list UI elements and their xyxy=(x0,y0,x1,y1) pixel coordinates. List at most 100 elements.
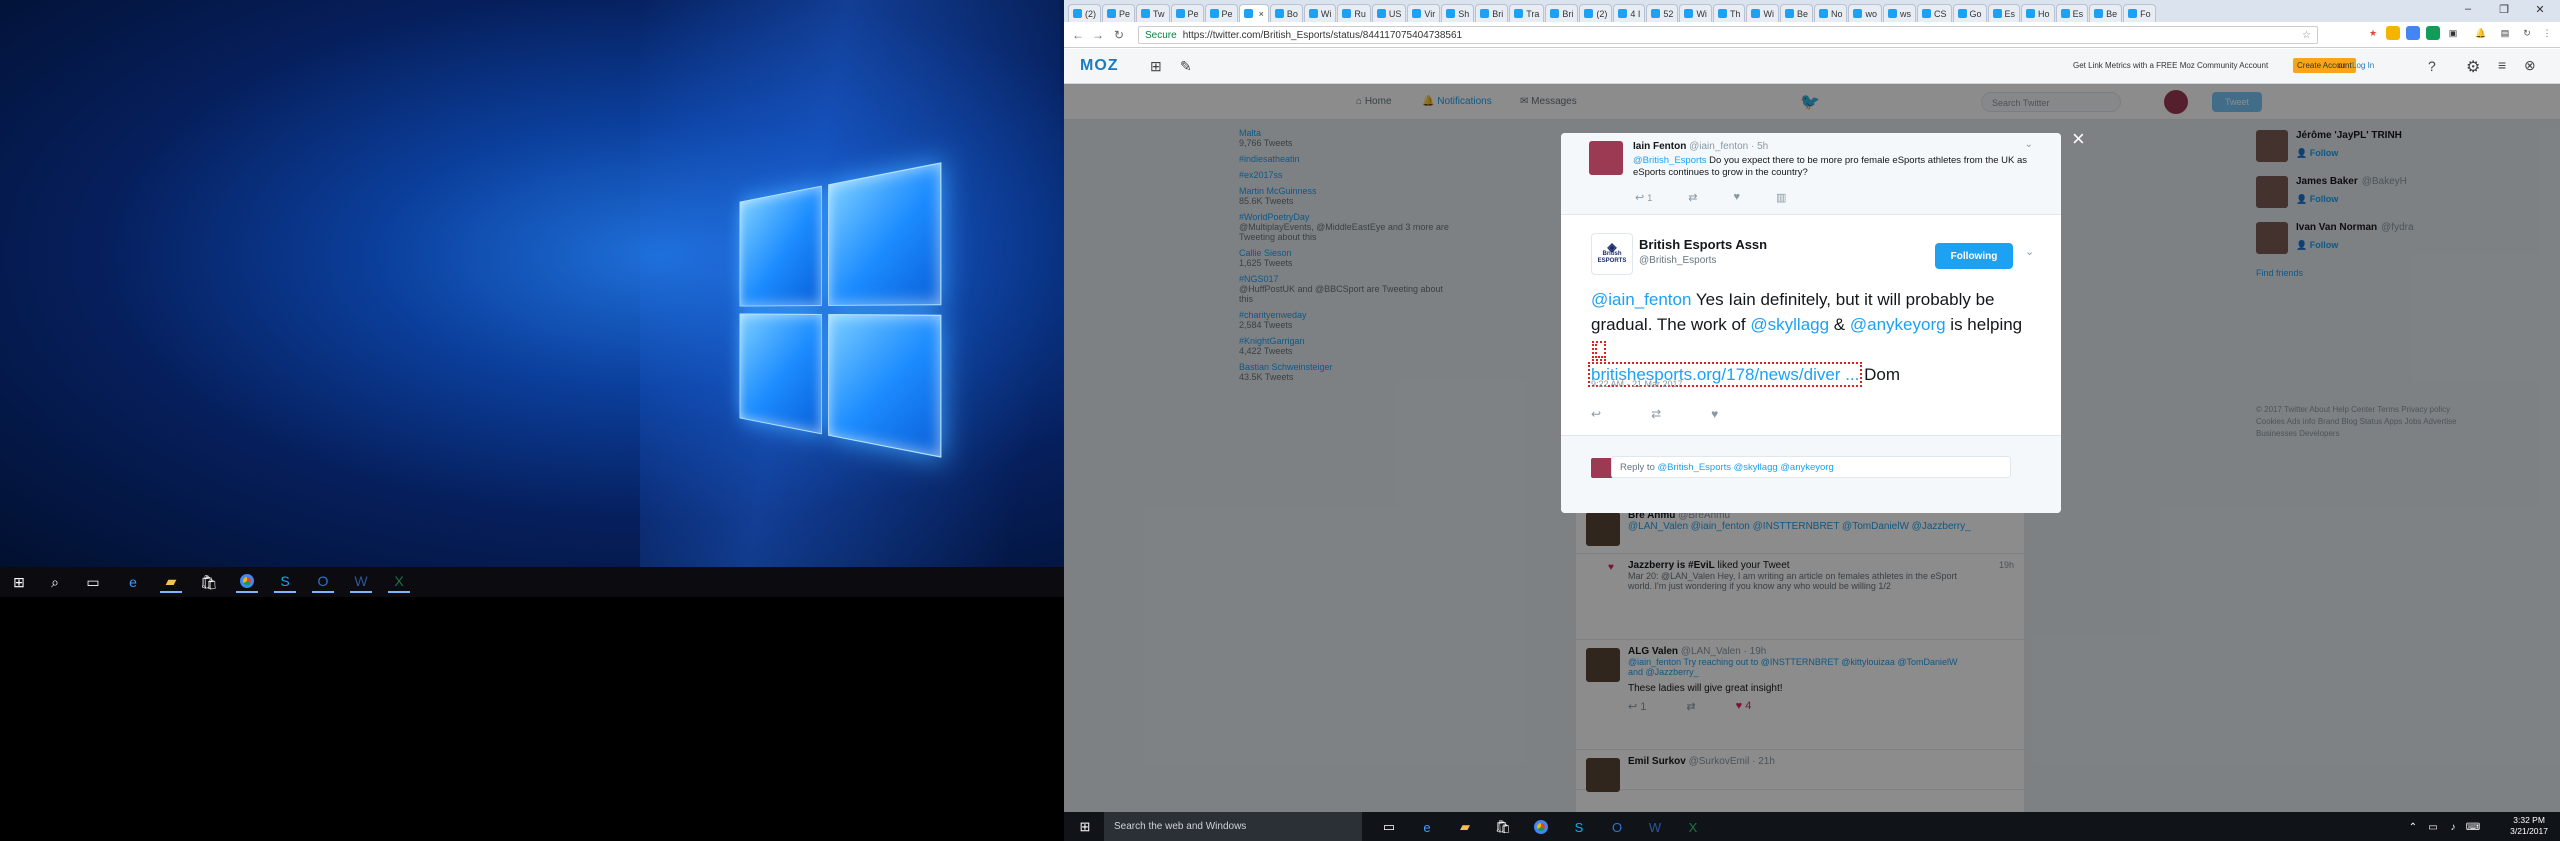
create-account-button[interactable]: Create Account xyxy=(2293,58,2356,73)
tab[interactable]: wo xyxy=(1848,4,1882,22)
hamburger-icon[interactable]: ≡ xyxy=(2498,57,2506,73)
file-explorer-icon[interactable]: ▰ xyxy=(160,571,182,593)
page-analysis-icon[interactable]: ⊞ xyxy=(1150,58,1162,75)
tab[interactable]: Wi xyxy=(1746,4,1779,22)
bookmark-star-icon[interactable]: ☆ xyxy=(2302,30,2311,41)
reply-icon[interactable]: ↩ xyxy=(1591,407,1601,421)
tab[interactable]: Be xyxy=(1780,4,1813,22)
mention-link[interactable]: @skyllagg xyxy=(1750,315,1829,334)
word-icon[interactable]: W xyxy=(350,571,372,593)
edge-icon[interactable]: e xyxy=(1416,816,1438,838)
search-icon[interactable]: ⌕ xyxy=(44,571,66,593)
back-icon[interactable]: ← xyxy=(1072,28,1084,42)
gear-icon[interactable]: ⚙ xyxy=(2466,57,2480,77)
tab[interactable]: CS xyxy=(1917,4,1952,22)
extension-icon[interactable]: ▤ xyxy=(2498,26,2512,40)
store-icon[interactable]: 🛍 xyxy=(198,571,220,593)
highlighter-icon[interactable]: ✎ xyxy=(1180,58,1192,75)
tab[interactable]: Ho xyxy=(2021,4,2055,22)
tab[interactable]: Go xyxy=(1953,4,1987,22)
close-window-icon[interactable]: ✕ xyxy=(2522,0,2558,18)
excel-icon[interactable]: X xyxy=(388,571,410,593)
close-modal-icon[interactable]: × xyxy=(2072,128,2085,150)
menu-dots-icon[interactable]: ⋮ xyxy=(2540,26,2554,40)
context-tweet[interactable]: Iain Fenton @iain_fenton · 5h ⌄ @British… xyxy=(1561,133,2061,215)
tab[interactable]: (2) xyxy=(1068,4,1101,22)
task-view-icon[interactable]: ▭ xyxy=(82,571,104,593)
tab[interactable]: Pe xyxy=(1171,4,1204,22)
tab[interactable]: Tra xyxy=(1509,4,1544,22)
tab[interactable]: Wi xyxy=(1679,4,1712,22)
help-icon[interactable]: ? xyxy=(2428,58,2436,74)
edge-icon[interactable]: e xyxy=(122,571,144,593)
forward-icon[interactable]: → xyxy=(1092,28,1104,42)
extension-icon[interactable] xyxy=(2406,26,2420,40)
tab[interactable]: Bo xyxy=(1270,4,1303,22)
tab[interactable]: (2) xyxy=(1579,4,1612,22)
avatar[interactable]: ◈ British ESPORTS xyxy=(1591,233,1633,275)
task-view-icon[interactable]: ▭ xyxy=(1378,816,1400,838)
avatar[interactable] xyxy=(1589,141,1623,175)
taskbar-search-input[interactable]: Search the web and Windows xyxy=(1104,812,1362,841)
windows-start-icon[interactable]: ⊞ xyxy=(1074,816,1096,838)
tab[interactable]: Es xyxy=(2056,4,2089,22)
outlook-icon[interactable]: O xyxy=(1606,816,1628,838)
tab[interactable]: Tw xyxy=(1136,4,1170,22)
tab[interactable]: Pe xyxy=(1205,4,1238,22)
tab[interactable]: ws xyxy=(1883,4,1916,22)
reply-input[interactable]: Reply to @British_Esports @skyllagg @any… xyxy=(1611,456,2011,478)
show-hidden-icons-icon[interactable]: ⌃ xyxy=(2402,816,2424,838)
reply-icon[interactable]: ↩ 1 xyxy=(1635,191,1652,204)
author-name[interactable]: British Esports Assn xyxy=(1639,237,1767,252)
chrome-icon[interactable] xyxy=(1530,816,1552,838)
retweet-icon[interactable]: ⇄ xyxy=(1688,191,1697,204)
tab[interactable]: Wi xyxy=(1304,4,1337,22)
outlook-icon[interactable]: O xyxy=(312,571,334,593)
tab[interactable]: Vir xyxy=(1407,4,1440,22)
close-toolbar-icon[interactable]: ⊗ xyxy=(2524,57,2536,74)
reload-icon[interactable]: ↻ xyxy=(1114,28,1124,42)
volume-icon[interactable]: ♪ xyxy=(2442,816,2464,838)
mention-link[interactable]: @iain_fenton xyxy=(1591,290,1691,309)
tab[interactable]: Sh xyxy=(1441,4,1474,22)
tab[interactable]: Pe xyxy=(1102,4,1135,22)
login-link[interactable]: Log In xyxy=(2352,61,2374,70)
extension-icon[interactable] xyxy=(2426,26,2440,40)
tab[interactable]: Bri xyxy=(1475,4,1508,22)
tab[interactable]: Ru xyxy=(1337,4,1371,22)
context-name[interactable]: Iain Fenton xyxy=(1633,141,1686,152)
skype-icon[interactable]: S xyxy=(1568,816,1590,838)
retweet-icon[interactable]: ⇄ xyxy=(1651,407,1661,421)
file-explorer-icon[interactable]: ▰ xyxy=(1454,816,1476,838)
tab[interactable]: 4 I xyxy=(1613,4,1645,22)
tab[interactable]: Bri xyxy=(1545,4,1578,22)
tab[interactable]: Th xyxy=(1713,4,1746,22)
extension-icon[interactable]: 🔔 xyxy=(2474,26,2488,40)
chevron-down-icon[interactable]: ⌄ xyxy=(2025,245,2034,258)
maximize-icon[interactable]: ❐ xyxy=(2486,0,2522,18)
tab[interactable]: US xyxy=(1372,4,1407,22)
extension-icon[interactable]: ★ xyxy=(2366,26,2380,40)
extension-icon[interactable]: ↻ xyxy=(2520,26,2534,40)
mention-link[interactable]: @anykeyorg xyxy=(1850,315,1946,334)
excel-icon[interactable]: X xyxy=(1682,816,1704,838)
skype-icon[interactable]: S xyxy=(274,571,296,593)
like-icon[interactable]: ♥ xyxy=(1711,407,1718,421)
windows-start-icon[interactable]: ⊞ xyxy=(8,571,30,593)
tab[interactable]: No xyxy=(1814,4,1848,22)
tab[interactable]: Es xyxy=(1988,4,2021,22)
taskbar-clock[interactable]: 3:32 PM 3/21/2017 xyxy=(2510,815,2548,837)
following-button[interactable]: Following xyxy=(1935,243,2013,269)
author-handle[interactable]: @British_Esports xyxy=(1639,255,1716,266)
tab[interactable]: Be xyxy=(2089,4,2122,22)
minimize-icon[interactable]: – xyxy=(2450,0,2486,18)
network-icon[interactable]: ▭ xyxy=(2422,816,2444,838)
omnibox[interactable]: Secure https://twitter.com/British_Espor… xyxy=(1138,26,2318,44)
tweet-timestamp[interactable]: 9:22 AM - 21 Mar 2017 xyxy=(1591,379,1683,389)
word-icon[interactable]: W xyxy=(1644,816,1666,838)
tab[interactable]: × xyxy=(1239,4,1269,22)
extension-icon[interactable]: ▣ xyxy=(2446,26,2460,40)
chrome-icon[interactable] xyxy=(236,571,258,593)
chevron-down-icon[interactable]: ⌄ xyxy=(2025,139,2033,150)
analytics-icon[interactable]: ▥ xyxy=(1776,191,1786,204)
